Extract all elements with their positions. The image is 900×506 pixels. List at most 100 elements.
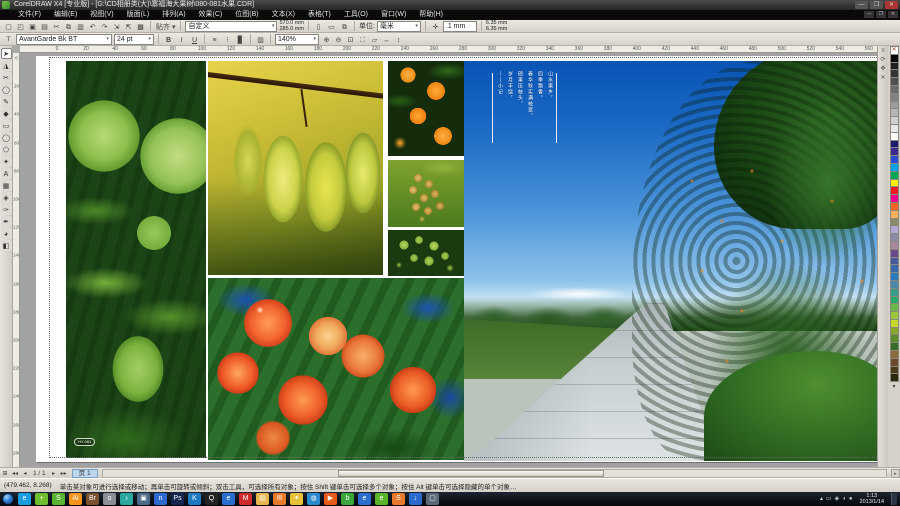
tray-volume-icon[interactable]: ◖ [842,493,846,505]
last-page-button[interactable]: ▸▸ [59,470,69,477]
nudge-field[interactable]: .1 mm [443,21,477,32]
italic-button[interactable]: I [176,34,187,45]
start-button[interactable] [2,493,14,505]
edit-text-icon[interactable]: ▥ [255,34,266,45]
maximize-button[interactable]: ❐ [870,1,883,9]
shape-tool[interactable]: ◮ [1,60,12,71]
photo-orchard-road[interactable]: 山水果乡，四季飘香。春华秋实满枝翠，硕果压枝头。岁月丰饶，——小记 [464,61,877,461]
docker-close-icon[interactable]: ✕ [880,75,885,81]
palette-scroll-down-icon[interactable]: ▾ [892,383,895,390]
pick-tool[interactable]: ➤ [1,48,12,59]
font-dropdown[interactable]: AvantGarde Bk BT▾ [16,34,112,45]
zoom-selection-icon[interactable]: ⊡ [345,34,356,45]
paper-preset-dropdown[interactable]: 自定义▾ [185,21,277,32]
zoom-level-dropdown[interactable]: 140%▾ [275,34,319,45]
import-icon[interactable]: ⇲ [111,21,122,32]
taskbar-photoshop[interactable]: Ps [171,493,184,505]
open-icon[interactable]: ◰ [15,21,26,32]
blend-tool[interactable]: ◈ [1,192,12,203]
taskbar-sogou-pinyin[interactable]: S [52,493,65,505]
taskbar-360-safety[interactable]: + [35,493,48,505]
taskbar-player[interactable]: ▶ [324,493,337,505]
menu-item-7[interactable]: 文本(X) [266,10,301,20]
taskbar-music-app[interactable]: ♪ [120,493,133,505]
docker-refresh-icon[interactable]: ⟳ [880,57,885,63]
taskbar-sogou-browser[interactable]: S [392,493,405,505]
taskbar-e-blue[interactable]: e [358,493,371,505]
menu-item-10[interactable]: 窗口(W) [375,10,412,20]
menu-item-1[interactable]: 编辑(E) [48,10,83,20]
document-page[interactable]: HY-081 山水果乡，四季飘香。春华秋实满枝翠，硕果压枝头。岁月丰饶，——小记 [36,56,877,462]
menu-item-4[interactable]: 排列(A) [156,10,191,20]
bullet-button[interactable]: ⁝ [222,34,233,45]
menu-item-8[interactable]: 表格(T) [302,10,337,20]
menu-item-0[interactable]: 文件(F) [12,10,47,20]
bold-button[interactable]: B [163,34,174,45]
print-icon[interactable]: ▤ [39,21,50,32]
photo-longan-thumbnail[interactable] [388,160,464,227]
taskbar-green-bird[interactable]: b [341,493,354,505]
table-tool[interactable]: ▦ [1,180,12,191]
taskbar-thunder[interactable]: ✦ [290,493,303,505]
photo-peaches[interactable] [208,278,464,460]
tray-network-icon[interactable]: ◈ [835,493,840,505]
app-launcher-icon[interactable]: ▩ [135,21,146,32]
zoom-width-icon[interactable]: ↔ [381,34,392,45]
next-page-button[interactable]: ▸ [49,470,59,477]
doc-close-button[interactable]: ✕ [888,11,898,18]
taskbar-clock[interactable]: 1:13 2013/1/14 [856,493,888,505]
export-icon[interactable]: ⇱ [123,21,134,32]
show-desktop-button[interactable] [891,493,897,505]
taskbar-ie2[interactable]: e [222,493,235,505]
portrait-icon[interactable]: ▯ [313,21,324,32]
close-button[interactable]: ✕ [885,1,898,9]
taskbar-netdisk[interactable]: n [154,493,167,505]
undo-icon[interactable]: ↶ [87,21,98,32]
basic-shapes-tool[interactable]: ✦ [1,156,12,167]
new-document-icon[interactable]: ▢ [3,21,14,32]
dropcap-button[interactable]: ▊ [235,34,246,45]
horizontal-ruler[interactable]: 0204060801001201401601802002202402602803… [20,46,877,53]
doc-restore-button[interactable]: ❐ [876,11,886,18]
menu-item-3[interactable]: 版面(L) [121,10,156,20]
drawing-canvas[interactable]: HY-081 山水果乡，四季飘香。春华秋实满枝翠，硕果压枝头。岁月丰饶，——小记 [20,53,877,467]
taskbar-coreldraw[interactable]: K [188,493,201,505]
doc-minimize-button[interactable]: — [864,11,874,18]
cut-icon[interactable]: ✂ [51,21,62,32]
copy-icon[interactable]: ⧉ [63,21,74,32]
zoom-page-icon[interactable]: ▱ [369,34,380,45]
taskbar-red-m-app[interactable]: M [239,493,252,505]
add-page-button[interactable]: ⊞ [0,470,10,477]
zoom-height-icon[interactable]: ↕ [393,34,404,45]
zoom-out-icon[interactable]: ⊖ [333,34,344,45]
all-pages-icon[interactable]: ⧉ [339,21,350,32]
photo-oranges-thumbnail[interactable] [388,61,464,156]
freehand-tool[interactable]: ✎ [1,96,12,107]
ellipse-tool[interactable]: ◯ [1,132,12,143]
menu-item-5[interactable]: 效果(C) [193,10,229,20]
units-dropdown[interactable]: 毫米▾ [377,21,421,32]
taskbar-image-viewer[interactable]: ▣ [137,493,150,505]
taskbar-foxmail[interactable]: ✉ [273,493,286,505]
tray-safety-icon[interactable]: ● [849,493,853,505]
fill-tool[interactable]: ◕ [1,228,12,239]
taskbar-bridge[interactable]: Br [86,493,99,505]
taskbar-illustrator[interactable]: Ai [69,493,82,505]
horizontal-scrollbar-thumb[interactable] [338,470,604,477]
rectangle-tool[interactable]: ▭ [1,120,12,131]
tray-up-icon[interactable]: ▴ [820,493,823,505]
photo-green-pomelos[interactable]: HY-081 [66,61,206,458]
paste-icon[interactable]: ▥ [75,21,86,32]
duplicate-y-field[interactable]: 6.35 mm [486,26,507,32]
taskbar-folder[interactable]: ▤ [256,493,269,505]
scroll-right-arrow[interactable]: ▸ [891,469,900,478]
eyedropper-tool[interactable]: ✑ [1,204,12,215]
taskbar-desktop-window[interactable]: ▢ [426,493,439,505]
photo-starfruit[interactable] [208,61,383,275]
palette-no-fill-swatch[interactable] [890,46,899,55]
zoom-in-icon[interactable]: ⊕ [321,34,332,45]
menu-item-9[interactable]: 工具(O) [338,10,374,20]
tray-display-icon[interactable]: ▭ [826,493,832,505]
horizontal-scrollbar[interactable] [102,469,887,478]
crop-tool[interactable]: ✂ [1,72,12,83]
